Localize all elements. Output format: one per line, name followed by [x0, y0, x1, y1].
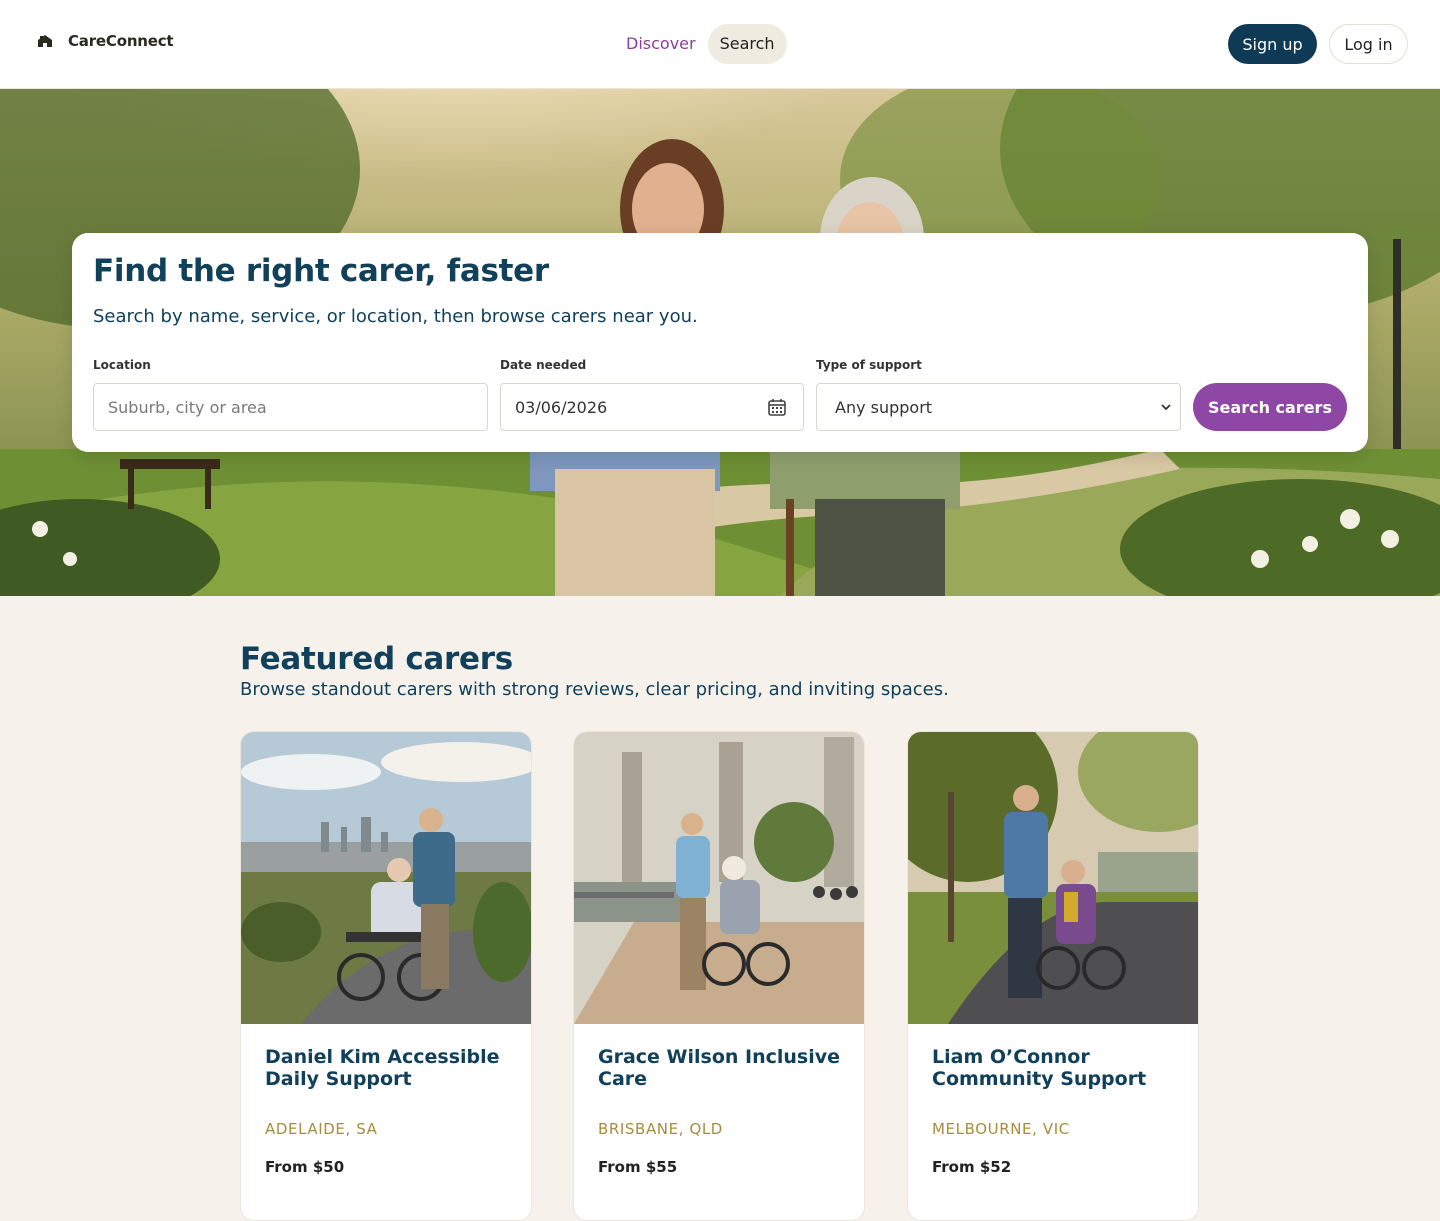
carer-price: From $50 [265, 1158, 345, 1176]
search-carers-button[interactable]: Search carers [1193, 383, 1347, 431]
carer-price: From $55 [598, 1158, 678, 1176]
support-type-label: Type of support [816, 358, 922, 372]
nav-discover-link[interactable]: Discover [614, 24, 708, 64]
carer-card[interactable]: Liam O’Connor Community Support MELBOURN… [907, 731, 1199, 1221]
hero-title: Find the right carer, faster [93, 253, 549, 289]
date-value: 03/06/2026 [515, 397, 608, 417]
nav-search-link[interactable]: Search [707, 24, 787, 64]
featured-title: Featured carers [240, 641, 513, 677]
chevron-down-icon [1161, 404, 1171, 411]
search-panel: Find the right carer, faster Search by n… [72, 233, 1368, 452]
carer-photo [574, 732, 864, 1024]
brand-name: CareConnect [68, 32, 174, 50]
main-nav: Discover Search [614, 24, 787, 64]
carer-location: ADELAIDE, SA [265, 1120, 378, 1138]
signup-button[interactable]: Sign up [1228, 24, 1317, 64]
carer-name[interactable]: Grace Wilson Inclusive Care [598, 1046, 848, 1090]
carer-photo [241, 732, 531, 1024]
support-type-select[interactable]: Any support [816, 383, 1181, 431]
carer-name[interactable]: Daniel Kim Accessible Daily Support [265, 1046, 515, 1090]
location-input[interactable]: Suburb, city or area [93, 383, 488, 431]
top-nav-bar: CareConnect Discover Search Sign up Log … [0, 0, 1440, 89]
date-label: Date needed [500, 358, 587, 372]
carer-price: From $52 [932, 1158, 1012, 1176]
login-button[interactable]: Log in [1329, 24, 1408, 64]
home-icon [38, 35, 52, 47]
location-label: Location [93, 358, 151, 372]
hero-banner: Find the right carer, faster Search by n… [0, 89, 1440, 596]
date-input[interactable]: 03/06/2026 [500, 383, 804, 431]
carer-photo [908, 732, 1198, 1024]
brand-logo[interactable]: CareConnect [36, 32, 174, 50]
calendar-icon[interactable] [767, 397, 787, 417]
location-placeholder: Suburb, city or area [108, 397, 267, 417]
carer-location: BRISBANE, QLD [598, 1120, 723, 1138]
featured-subtitle: Browse standout carers with strong revie… [240, 679, 949, 700]
carer-card[interactable]: Grace Wilson Inclusive Care BRISBANE, QL… [573, 731, 865, 1221]
carer-card[interactable]: Daniel Kim Accessible Daily Support ADEL… [240, 731, 532, 1221]
carer-name[interactable]: Liam O’Connor Community Support [932, 1046, 1182, 1090]
carer-location: MELBOURNE, VIC [932, 1120, 1070, 1138]
hero-subtitle: Search by name, service, or location, th… [93, 306, 698, 327]
support-type-value: Any support [835, 397, 933, 417]
